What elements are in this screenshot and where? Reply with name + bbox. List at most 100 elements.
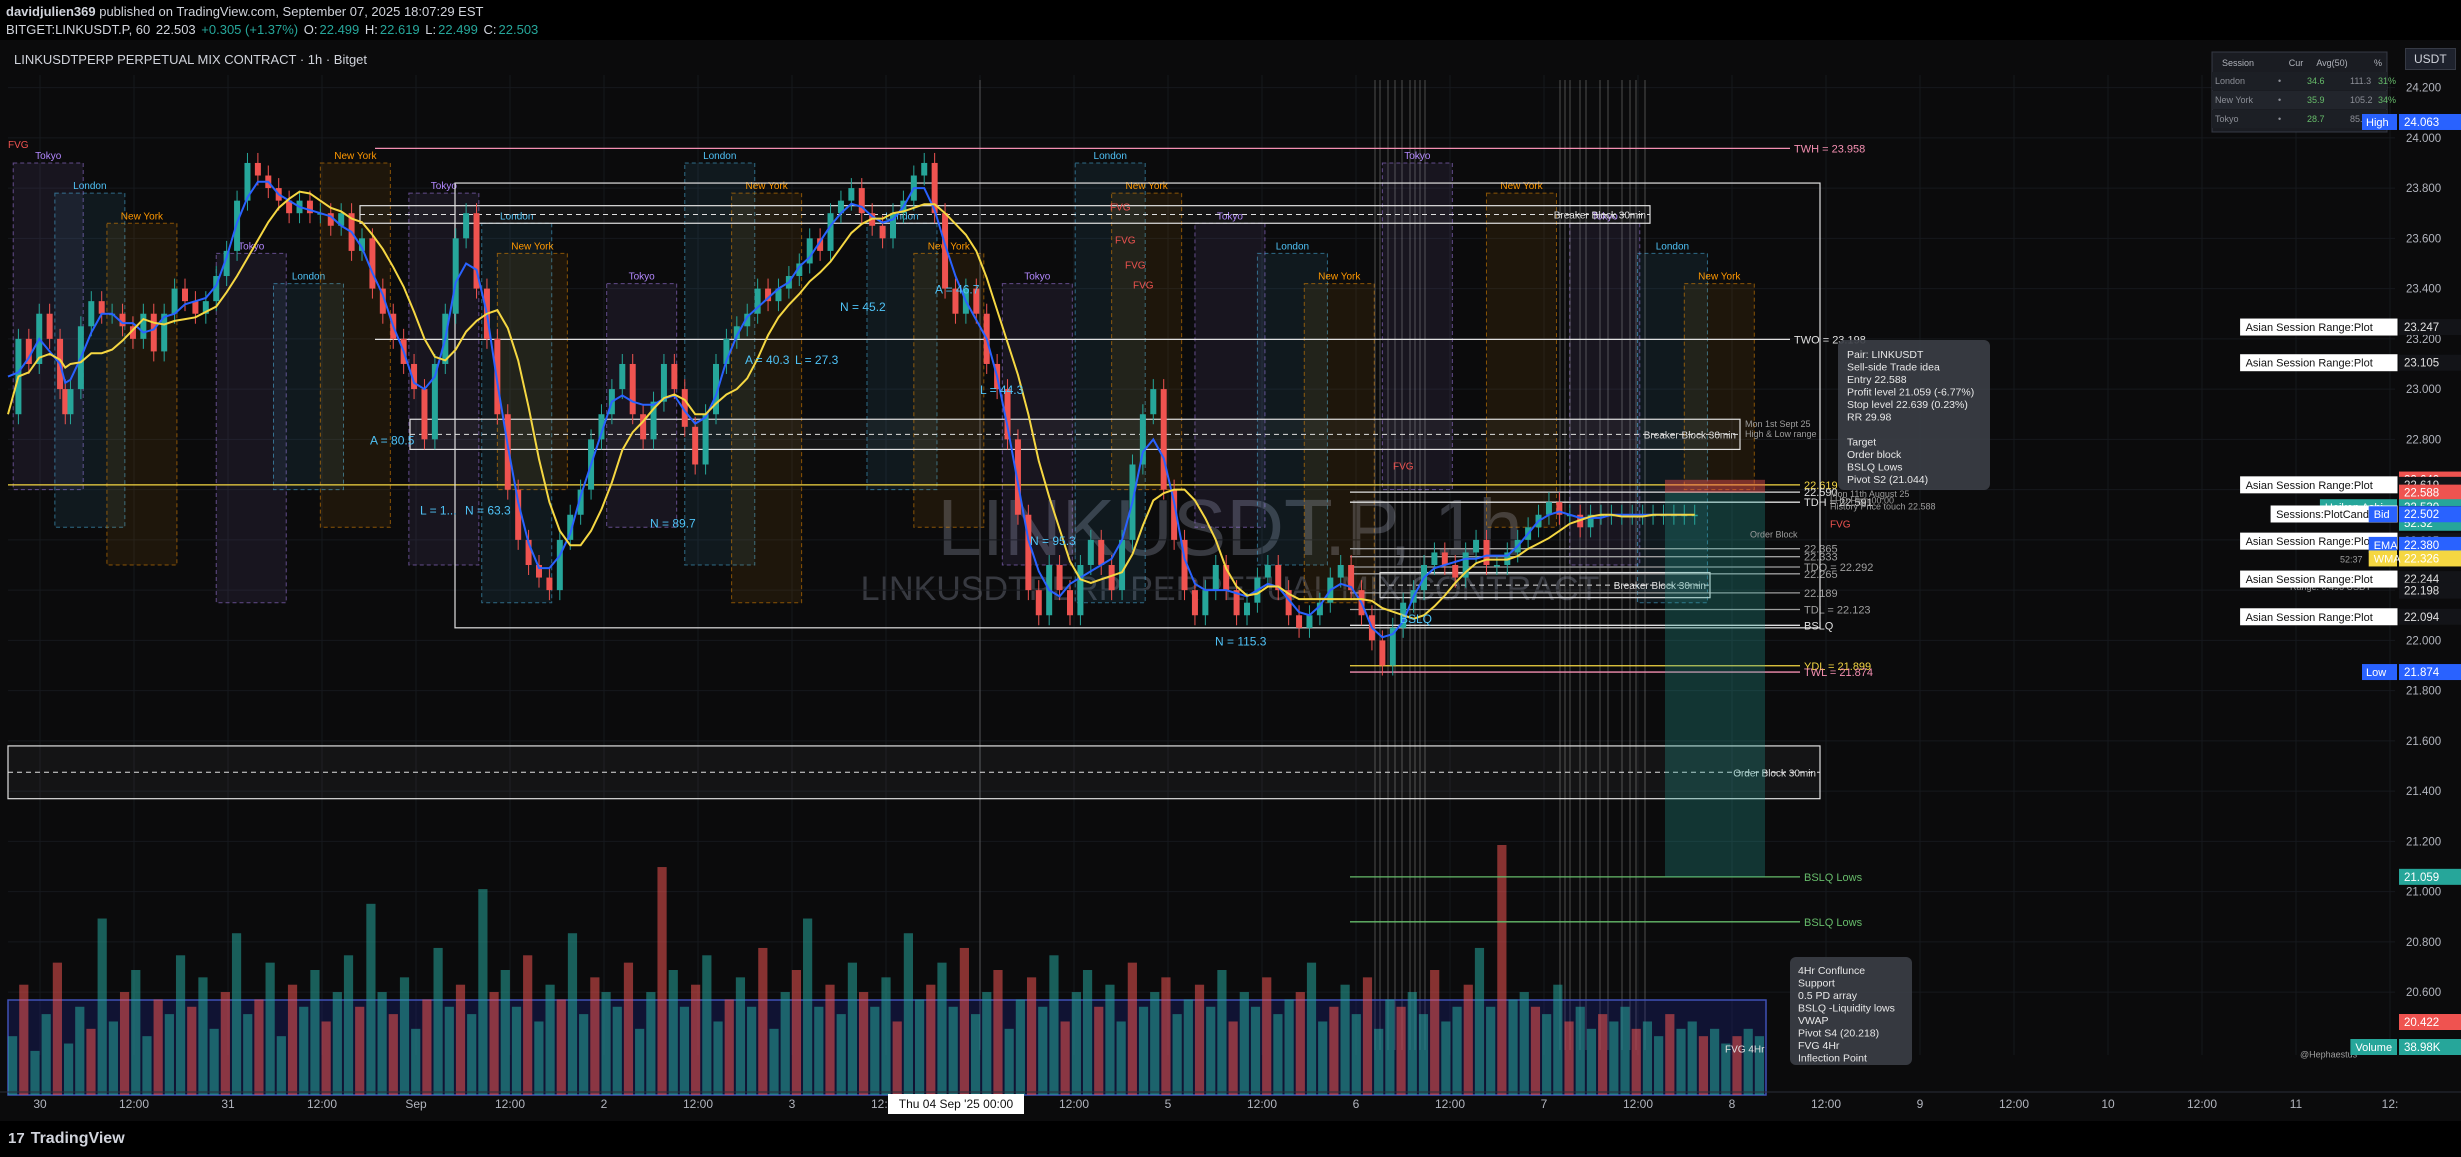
volume-bar xyxy=(657,867,667,1095)
session-table-cell: New York xyxy=(2215,95,2254,105)
volume-bar xyxy=(523,955,533,1095)
session-stat-label: N = 115.3 xyxy=(1215,634,1267,648)
volume-bar xyxy=(1710,1028,1720,1095)
volume-bar xyxy=(1362,977,1373,1095)
session-table-cell: • xyxy=(2278,95,2281,105)
session-stat-label: L = 27.3 xyxy=(795,353,839,367)
candle-body xyxy=(1545,502,1552,515)
time-tick-label: Sep xyxy=(405,1097,427,1111)
session-box xyxy=(606,283,678,528)
volume-bar xyxy=(1351,1014,1361,1095)
time-tick-label: 12:00 xyxy=(307,1097,337,1111)
candle-body xyxy=(150,313,157,352)
volume-bar xyxy=(1026,977,1037,1095)
session-label: New York xyxy=(1318,272,1361,283)
price-tag-value: 22.588 xyxy=(2404,488,2439,500)
price-tag-value: 38.98K xyxy=(2404,1042,2441,1054)
trade-idea-line: Order block xyxy=(1847,449,1902,461)
time-tick-label: 2 xyxy=(601,1097,608,1111)
session-label: London xyxy=(1656,241,1689,252)
volume-bar xyxy=(108,1021,118,1095)
volume-bar xyxy=(1497,845,1507,1095)
session-label: Tokyo xyxy=(1404,151,1431,162)
volume-bar xyxy=(19,984,29,1095)
candle-body xyxy=(879,225,886,239)
price-tick-label: 23.000 xyxy=(2406,384,2441,396)
price-tag-name: Low xyxy=(2366,667,2386,679)
volume-bar xyxy=(1586,1028,1597,1095)
candle-body xyxy=(629,363,636,415)
candle-body xyxy=(1452,565,1459,578)
volume-bar xyxy=(433,947,443,1095)
volume-bar xyxy=(1082,970,1093,1095)
volume-bar xyxy=(1676,1028,1686,1095)
candle-body xyxy=(452,238,459,314)
trade-idea-line: Sell-side Trade idea xyxy=(1847,362,1940,374)
volume-bar xyxy=(1295,992,1305,1095)
price-chart[interactable]: LINKUSDTPERP PERPETUAL MIX CONTRACT · 1h… xyxy=(0,40,2461,1121)
level-label: TWH = 23.958 xyxy=(1794,143,1865,155)
time-tick-label: 12:00 xyxy=(119,1097,149,1111)
time-tick-label: 12:00 xyxy=(1059,1097,1089,1111)
candle-body xyxy=(62,389,69,415)
session-label: London xyxy=(73,181,106,192)
volume-bar xyxy=(1687,1021,1697,1095)
time-tick-label: 12:00 xyxy=(1435,1097,1465,1111)
volume-bar xyxy=(198,977,208,1095)
candle-body xyxy=(46,313,53,339)
volume-bar xyxy=(1620,1006,1630,1095)
time-tick-label: 12:00 xyxy=(2187,1097,2217,1111)
volume-bar xyxy=(1407,992,1417,1095)
target-zone xyxy=(1665,492,1765,877)
volume-bar xyxy=(1598,1014,1608,1095)
level-label: TDL = 22.123 xyxy=(1804,604,1871,616)
session-table-cell: • xyxy=(2278,76,2281,86)
price-tag-label: Bid xyxy=(2374,509,2390,521)
candle-body xyxy=(692,426,699,465)
trade-idea-line: Target xyxy=(1847,437,1876,449)
time-tick-label: 7 xyxy=(1541,1097,1548,1111)
chart-note: High & Low range xyxy=(1745,429,1817,439)
volume-bar xyxy=(803,918,813,1095)
session-label: New York xyxy=(121,211,164,222)
volume-bar xyxy=(1396,1006,1406,1095)
candle-body xyxy=(1264,565,1271,578)
volume-bar xyxy=(1015,999,1025,1095)
volume-bar xyxy=(1486,1006,1496,1095)
volume-bar xyxy=(422,999,432,1095)
symbol-interval: BITGET:LINKUSDT.P, 60 xyxy=(6,22,151,37)
volume-bar xyxy=(970,1014,981,1095)
session-label: London xyxy=(1094,151,1127,162)
volume-bar xyxy=(455,984,466,1095)
session-table-cell: London xyxy=(2215,76,2245,86)
fvg-label: FVG xyxy=(1125,260,1146,271)
volume-bar xyxy=(1575,1006,1585,1095)
fvg-label: FVG xyxy=(1133,281,1154,292)
volume-bar xyxy=(724,999,734,1095)
candle-body xyxy=(1473,539,1480,553)
tradingview-logo[interactable]: 17 TradingView xyxy=(8,1130,125,1148)
candle-body xyxy=(192,301,199,314)
session-stat-label: N = 63.3 xyxy=(465,504,511,518)
time-tick-label: 12:00 xyxy=(1247,1097,1277,1111)
session-label: Tokyo xyxy=(1024,272,1051,283)
session-table-cell: 28.7 xyxy=(2307,114,2325,124)
candle-body xyxy=(1296,615,1303,628)
volume-bar xyxy=(131,970,141,1095)
volume-bar xyxy=(355,1006,365,1095)
volume-bar xyxy=(1273,1014,1283,1095)
publisher-username[interactable]: davidjulien369 xyxy=(6,4,96,19)
last-price: 22.503 xyxy=(155,22,196,37)
session-label: New York xyxy=(928,241,971,252)
volume-bar xyxy=(153,999,163,1095)
volume-bar xyxy=(343,955,354,1095)
candle-body xyxy=(1160,389,1167,490)
price-tag-name: High xyxy=(2366,117,2389,129)
volume-bar xyxy=(1105,984,1115,1095)
tradingview-logo-text: TradingView xyxy=(30,1130,125,1147)
currency-button[interactable]: USDT xyxy=(2405,48,2456,70)
price-tag-label: Volume xyxy=(2355,1042,2392,1054)
volume-bar xyxy=(75,1006,85,1095)
price-tag-label: Asian Session Range:Plot xyxy=(2246,536,2373,548)
volume-bar xyxy=(1306,962,1317,1095)
